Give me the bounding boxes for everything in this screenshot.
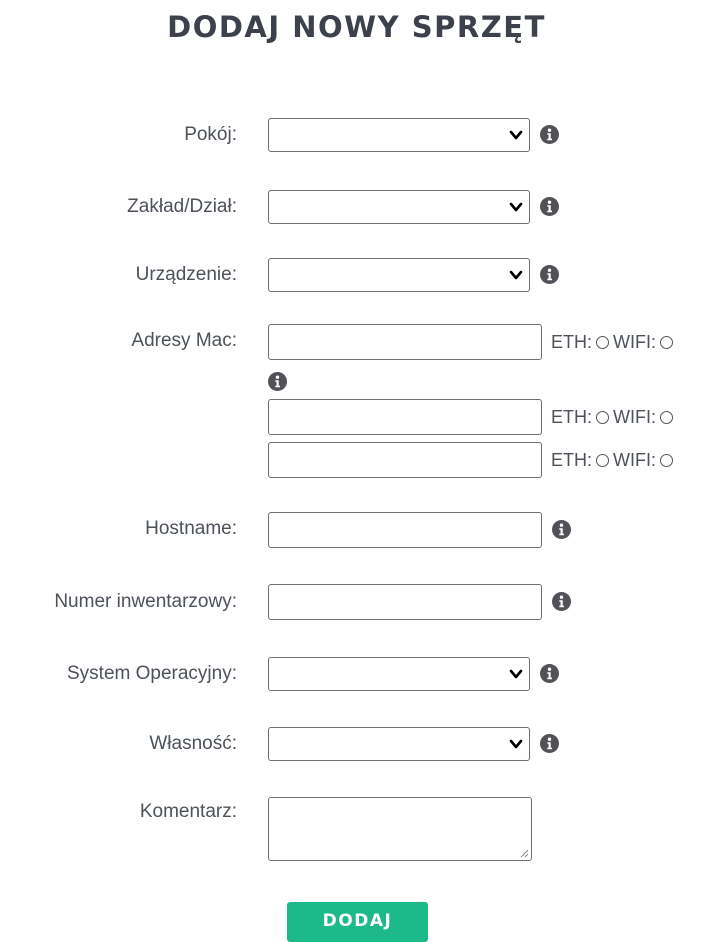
mac-type-group-3: ETH: WIFI:: [551, 442, 677, 478]
ownership-label: Własność:: [149, 733, 237, 754]
wifi-radio-3[interactable]: [660, 453, 674, 467]
chevron-down-icon: [509, 270, 523, 280]
comment-label: Komentarz:: [139, 801, 237, 822]
wifi-label: WIFI:: [613, 449, 657, 470]
eth-radio-1[interactable]: [596, 335, 610, 349]
info-icon[interactable]: [540, 125, 559, 144]
chevron-down-icon: [509, 669, 523, 679]
department-label: Zakład/Dział:: [127, 196, 237, 217]
info-icon[interactable]: [268, 372, 287, 391]
chevron-down-icon: [509, 739, 523, 749]
submit-button[interactable]: DODAJ: [287, 902, 428, 942]
device-label: Urządzenie:: [135, 264, 237, 285]
mac-type-group-1: ETH: WIFI:: [551, 324, 677, 360]
info-icon[interactable]: [552, 592, 571, 611]
os-label: System Operacyjny:: [67, 663, 237, 684]
wifi-label: WIFI:: [613, 331, 657, 352]
wifi-radio-2[interactable]: [660, 410, 674, 424]
comment-textarea[interactable]: [268, 797, 532, 861]
info-icon[interactable]: [552, 520, 571, 539]
info-icon[interactable]: [540, 664, 559, 683]
wifi-label: WIFI:: [613, 406, 657, 427]
eth-radio-3[interactable]: [596, 453, 610, 467]
info-icon[interactable]: [540, 734, 559, 753]
inventory-number-input[interactable]: [268, 584, 542, 620]
eth-label: ETH:: [551, 449, 593, 470]
ownership-select[interactable]: [268, 727, 530, 761]
eth-radio-2[interactable]: [596, 410, 610, 424]
chevron-down-icon: [509, 202, 523, 212]
room-select[interactable]: [268, 118, 530, 152]
os-select[interactable]: [268, 657, 530, 691]
eth-label: ETH:: [551, 406, 593, 427]
mac-type-group-2: ETH: WIFI:: [551, 399, 677, 435]
chevron-down-icon: [509, 130, 523, 140]
wifi-radio-1[interactable]: [660, 335, 674, 349]
room-label: Pokój:: [184, 124, 237, 145]
mac-input-2[interactable]: [268, 399, 542, 435]
device-select[interactable]: [268, 258, 530, 292]
hostname-input[interactable]: [268, 512, 542, 548]
mac-input-3[interactable]: [268, 442, 542, 478]
hostname-label: Hostname:: [145, 518, 237, 539]
info-icon[interactable]: [540, 265, 559, 284]
info-icon[interactable]: [540, 197, 559, 216]
inventory-number-label: Numer inwentarzowy:: [54, 591, 237, 612]
resize-grip-icon[interactable]: [519, 848, 529, 858]
eth-label: ETH:: [551, 331, 593, 352]
page-title: DODAJ NOWY SPRZĘT: [167, 10, 546, 44]
mac-input-1[interactable]: [268, 324, 542, 360]
mac-label: Adresy Mac:: [131, 330, 237, 351]
department-select[interactable]: [268, 190, 530, 224]
